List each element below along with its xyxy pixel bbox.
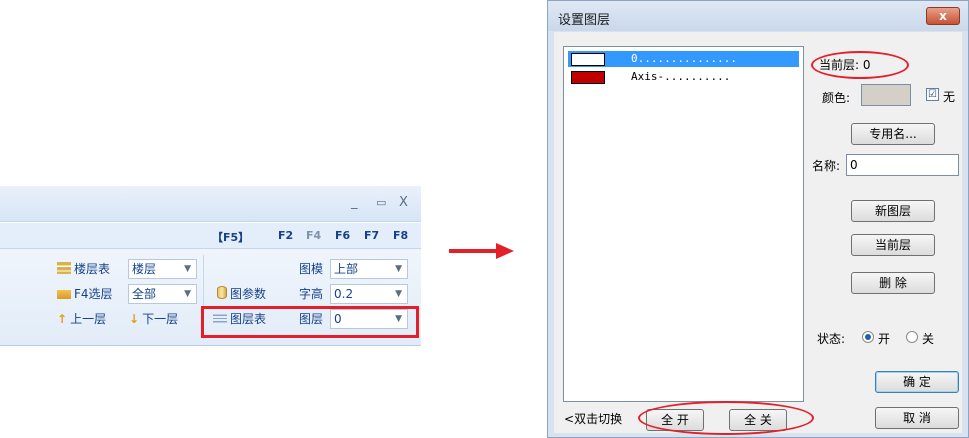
- state-off-label: 关: [922, 332, 935, 346]
- layers-icon: [57, 290, 71, 299]
- state-label: 状态:: [817, 332, 846, 346]
- next-floor-label: 下一层: [142, 312, 179, 326]
- floor-combo[interactable]: 楼层 ▼: [128, 259, 197, 279]
- function-key-bar: 【F5】 F2 F4 F6 F7 F8: [0, 223, 421, 249]
- fkey-f6[interactable]: F6: [335, 229, 350, 242]
- layer-name: 0...............: [631, 52, 737, 65]
- graph-params-label: 图参数: [230, 287, 267, 301]
- chevron-down-icon: ▼: [184, 289, 191, 299]
- template-combo-value: 上部: [334, 262, 359, 276]
- ok-button[interactable]: 确 定: [875, 371, 959, 393]
- graph-params-button[interactable]: 图参数: [217, 284, 266, 304]
- layer-row[interactable]: 0...............: [568, 51, 799, 67]
- state-on-radio[interactable]: [862, 331, 874, 343]
- text-height-label: 字高: [299, 287, 324, 301]
- close-icon[interactable]: X: [399, 195, 408, 210]
- double-click-hint-icon: <: [564, 412, 575, 426]
- none-label: 无: [943, 90, 956, 104]
- none-checkbox[interactable]: ☑: [926, 88, 939, 101]
- highlight-ellipse: [811, 51, 909, 79]
- chevron-down-icon: ▼: [395, 289, 402, 299]
- f4-select-label: F4选层: [74, 287, 113, 301]
- highlight-box: [201, 306, 419, 338]
- new-layer-button[interactable]: 新图层: [851, 200, 935, 222]
- arrow-shaft: [449, 249, 497, 253]
- dialog-title: 设置图层: [558, 13, 611, 28]
- text-height-value: 0.2: [334, 287, 354, 301]
- color-picker[interactable]: [861, 84, 911, 106]
- floor-combo-value: 楼层: [132, 262, 157, 276]
- layer-name: Axis-..........: [631, 70, 731, 83]
- set-current-layer-button[interactable]: 当前层: [851, 234, 935, 256]
- ribbon-panel: _ ▭ X 【F5】 F2 F4 F6 F7 F8 楼层表 楼层 ▼ F4选层 全…: [0, 186, 421, 346]
- minimize-icon[interactable]: _: [351, 195, 358, 210]
- arrow-up-icon: ↑: [57, 312, 68, 326]
- f4-select-combo[interactable]: 全部 ▼: [128, 284, 197, 304]
- restore-icon[interactable]: ▭: [376, 196, 386, 209]
- ribbon-titlebar: _ ▭ X: [0, 186, 421, 222]
- prev-floor-button[interactable]: ↑ 上一层: [57, 309, 106, 329]
- dialog-titlebar: 设置图层 x: [548, 1, 968, 31]
- fkey-f8[interactable]: F8: [393, 229, 408, 242]
- chevron-down-icon: ▼: [184, 264, 191, 274]
- floor-table-button[interactable]: 楼层表: [57, 259, 110, 279]
- state-off-radio[interactable]: [906, 331, 918, 343]
- layer-settings-dialog: 设置图层 x 0............... Axis-.......... …: [547, 0, 969, 438]
- floor-table-label: 楼层表: [74, 262, 111, 276]
- dialog-client: 0............... Axis-.......... <双击切换 全…: [554, 32, 962, 433]
- template-label: 图模: [299, 262, 324, 276]
- delete-button[interactable]: 删 除: [851, 272, 935, 294]
- fkey-f2[interactable]: F2: [278, 229, 293, 242]
- special-name-button[interactable]: 专用名...: [851, 123, 935, 145]
- fkey-f4[interactable]: F4: [306, 229, 321, 242]
- arrow-right-icon: [496, 243, 514, 259]
- template-combo[interactable]: 上部 ▼: [330, 259, 408, 279]
- color-label: 颜色:: [822, 91, 851, 105]
- layer-list[interactable]: 0............... Axis-..........: [563, 46, 804, 402]
- double-click-hint: <双击切换: [564, 410, 622, 427]
- fkey-f7[interactable]: F7: [364, 229, 379, 242]
- f4-select-button[interactable]: F4选层: [57, 284, 113, 304]
- chevron-down-icon: ▼: [395, 264, 402, 274]
- layer-color-swatch: [571, 53, 605, 66]
- f4-select-value: 全部: [132, 287, 157, 301]
- layer-row[interactable]: Axis-..........: [568, 69, 799, 85]
- floor-table-icon: [57, 262, 71, 274]
- arrow-down-icon: ↓: [129, 312, 140, 326]
- layer-color-swatch: [571, 71, 605, 84]
- cylinder-icon: [217, 286, 227, 299]
- state-on-label: 开: [878, 332, 891, 346]
- name-label: 名称:: [812, 159, 841, 173]
- text-height-combo[interactable]: 0.2 ▼: [330, 284, 408, 304]
- name-input[interactable]: 0: [846, 154, 959, 176]
- double-click-hint-text: 双击切换: [574, 412, 623, 426]
- fkey-f5[interactable]: 【F5】: [212, 229, 249, 245]
- next-floor-button[interactable]: ↓ 下一层: [129, 309, 178, 329]
- cancel-button[interactable]: 取 消: [875, 407, 959, 429]
- highlight-ellipse: [638, 401, 814, 435]
- prev-floor-label: 上一层: [70, 312, 107, 326]
- close-button[interactable]: x: [926, 7, 960, 25]
